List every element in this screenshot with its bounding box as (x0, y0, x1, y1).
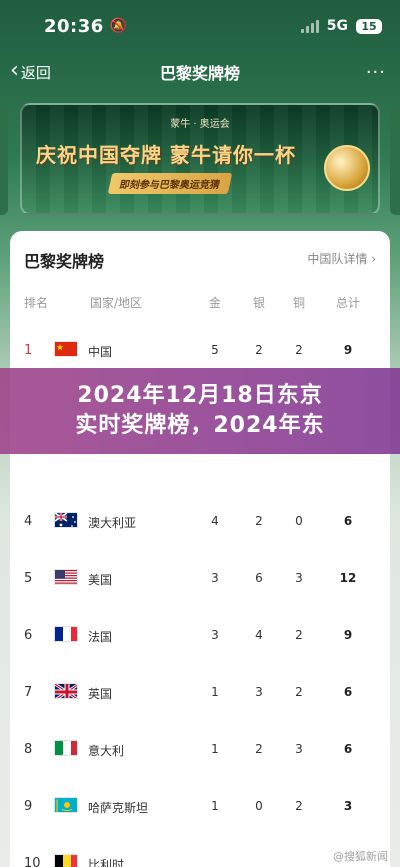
total-count: 9 (343, 343, 353, 357)
rank: 5 (24, 571, 33, 586)
overlay-line-1: 2024年12月18日东京 (77, 383, 323, 409)
table-row[interactable]: 6 法国 3 4 2 9 (10, 616, 390, 656)
silver-count: 2 (255, 742, 263, 756)
silver-count: 2 (255, 514, 263, 528)
medal-table-card: 巴黎奖牌榜 中国队详情 › 排名 国家/地区 金 银 铜 总计 1 中国 5 2… (10, 231, 390, 867)
table-row[interactable]: 1 中国 5 2 2 9 (10, 331, 390, 371)
bronze-count: 3 (295, 571, 303, 585)
flag-usa-icon (54, 569, 78, 585)
more-options-button[interactable]: ··· (366, 62, 386, 83)
card-title: 巴黎奖牌榜 (24, 252, 105, 271)
rank: 6 (24, 628, 33, 643)
flag-uk-icon (54, 683, 78, 699)
silver-count: 3 (255, 685, 263, 699)
header-rank: 排名 (24, 296, 49, 310)
bronze-count: 2 (295, 799, 303, 813)
chevron-left-icon: ‹ (10, 58, 19, 83)
overlay-line-2: 实时奖牌榜，2024年东 (75, 413, 325, 438)
silver-count: 0 (255, 799, 263, 813)
banner-headline: 庆祝中国夺牌 蒙牛请你一杯 (36, 143, 296, 167)
header-country: 国家/地区 (90, 296, 143, 310)
silver-count: 4 (255, 628, 263, 642)
carousel-next-peek (390, 105, 400, 215)
gold-count: 1 (211, 685, 219, 699)
watermark: @搜狐新闻 (333, 850, 388, 863)
bronze-count: 2 (295, 343, 303, 357)
gold-count: 4 (211, 514, 219, 528)
rank: 8 (24, 742, 33, 757)
network-type: 5G (326, 18, 348, 34)
rank: 10 (24, 856, 41, 867)
table-row[interactable]: 7 英国 1 3 2 6 (10, 673, 390, 713)
table-header: 排名 国家/地区 金 银 铜 总计 (10, 294, 390, 314)
country-name: 英国 (88, 687, 113, 701)
article-title-overlay: 2024年12月18日东京 实时奖牌榜，2024年东 (0, 368, 400, 454)
promo-banner[interactable]: 蒙牛 · 奥运会 庆祝中国夺牌 蒙牛请你一杯 即刻参与巴黎奥运竞猜 (20, 103, 380, 215)
page-title: 巴黎奖牌榜 (159, 64, 240, 83)
country-name: 中国 (88, 345, 113, 359)
rank: 7 (24, 685, 33, 700)
country-name: 哈萨克斯坦 (88, 801, 149, 815)
flag-china-icon (54, 341, 78, 357)
total-count: 12 (339, 571, 357, 585)
silver-count: 6 (255, 571, 263, 585)
gold-count: 1 (211, 799, 219, 813)
header-bronze: 铜 (292, 296, 305, 310)
flag-france-icon (54, 626, 78, 642)
gold-count: 3 (211, 571, 219, 585)
table-row[interactable]: 5 美国 3 6 3 12 (10, 559, 390, 599)
total-count: 6 (343, 514, 353, 528)
total-count: 6 (343, 685, 353, 699)
status-bar: 20:36 🔕 5G 15 (0, 0, 400, 52)
signal-icon (300, 19, 319, 33)
back-label: 返回 (20, 63, 51, 82)
back-button[interactable]: ‹ 返回 (10, 58, 51, 83)
gold-medal-icon (324, 145, 370, 191)
banner-subline: 即刻参与巴黎奥运竞猜 (107, 173, 233, 194)
bronze-count: 3 (295, 742, 303, 756)
header-total: 总计 (335, 296, 360, 310)
battery-icon: 15 (356, 18, 382, 34)
bronze-count: 2 (295, 628, 303, 642)
country-name: 比利时 (88, 858, 125, 867)
country-name: 意大利 (88, 744, 125, 758)
flag-italy-icon (54, 740, 78, 756)
total-count: 9 (343, 628, 353, 642)
carousel-prev-peek (0, 105, 8, 215)
bronze-count: 0 (295, 514, 303, 528)
rank: 4 (24, 514, 33, 529)
flag-belgium-icon (54, 854, 78, 867)
gold-count: 3 (211, 628, 219, 642)
country-name: 法国 (88, 630, 113, 644)
rank: 1 (24, 343, 33, 358)
flag-kazakhstan-icon (54, 797, 78, 813)
header-gold: 金 (208, 296, 221, 310)
nav-bar: ‹ 返回 巴黎奖牌榜 ··· (0, 52, 400, 92)
banner-logo: 蒙牛 · 奥运会 (170, 119, 230, 130)
table-row[interactable]: 9 哈萨克斯坦 1 0 2 3 (10, 787, 390, 827)
flag-australia-icon (54, 512, 78, 528)
table-row[interactable]: 4 澳大利亚 4 2 0 6 (10, 502, 390, 542)
table-row[interactable]: 8 意大利 1 2 3 6 (10, 730, 390, 770)
silver-count: 2 (255, 343, 263, 357)
header-silver: 银 (252, 296, 265, 310)
gold-count: 5 (211, 343, 219, 357)
total-count: 3 (343, 799, 353, 813)
country-name: 澳大利亚 (88, 516, 137, 530)
gold-count: 1 (211, 742, 219, 756)
china-team-detail-link[interactable]: 中国队详情 › (307, 250, 376, 267)
do-not-disturb-icon: 🔕 (109, 18, 128, 34)
country-name: 美国 (88, 573, 113, 587)
status-time: 20:36 (44, 15, 104, 37)
status-indicators: 5G 15 (300, 18, 382, 34)
bronze-count: 2 (295, 685, 303, 699)
rank: 9 (24, 799, 33, 814)
total-count: 6 (343, 742, 353, 756)
